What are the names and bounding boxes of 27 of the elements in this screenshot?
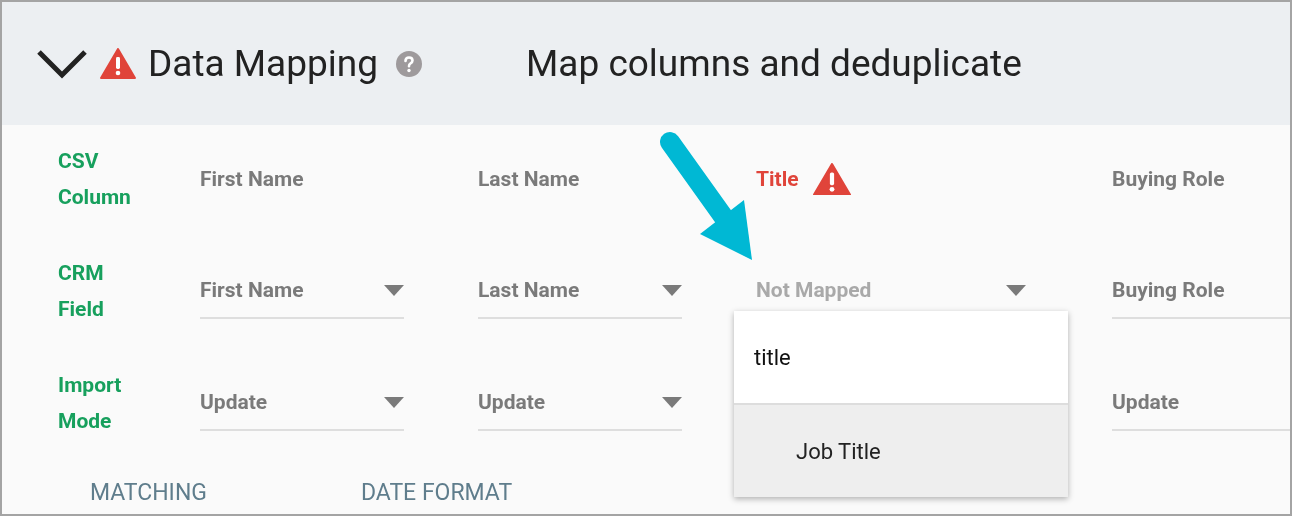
caret-icon (384, 284, 404, 296)
help-icon[interactable] (396, 50, 422, 77)
dropdown-option[interactable]: Job Title (734, 405, 1068, 497)
warning-icon (812, 162, 851, 196)
chevron-down-icon[interactable] (36, 47, 88, 80)
crm-field-select[interactable]: Last Name (478, 263, 682, 319)
caret-icon (1006, 284, 1026, 296)
csv-column-name: Last Name (478, 167, 580, 191)
row-label: CRM Field (58, 260, 105, 323)
crm-field-select[interactable]: Buying Role (1112, 263, 1290, 319)
section-subtitle: Map columns and deduplicate (526, 42, 1022, 85)
row-label: CSV Column (58, 148, 132, 211)
caret-icon (384, 396, 404, 408)
tab[interactable]: MATCHING (90, 479, 207, 506)
tab[interactable]: DATE FORMAT (360, 479, 513, 506)
crm-field-select[interactable]: First Name (200, 263, 404, 319)
csv-column-name: Title (756, 167, 799, 191)
import-mode-select[interactable]: Update (478, 375, 682, 431)
row-label: Import Mode (58, 372, 123, 435)
csv-column-name: Buying Role (1112, 167, 1225, 191)
section-title: Data Mapping (148, 42, 378, 85)
caret-icon (662, 284, 682, 296)
caret-icon (662, 396, 682, 408)
csv-column-name: First Name (200, 167, 304, 191)
import-mode-select[interactable]: Update (1112, 375, 1290, 431)
warning-icon (100, 48, 136, 79)
import-mode-select[interactable]: Update (200, 375, 404, 431)
